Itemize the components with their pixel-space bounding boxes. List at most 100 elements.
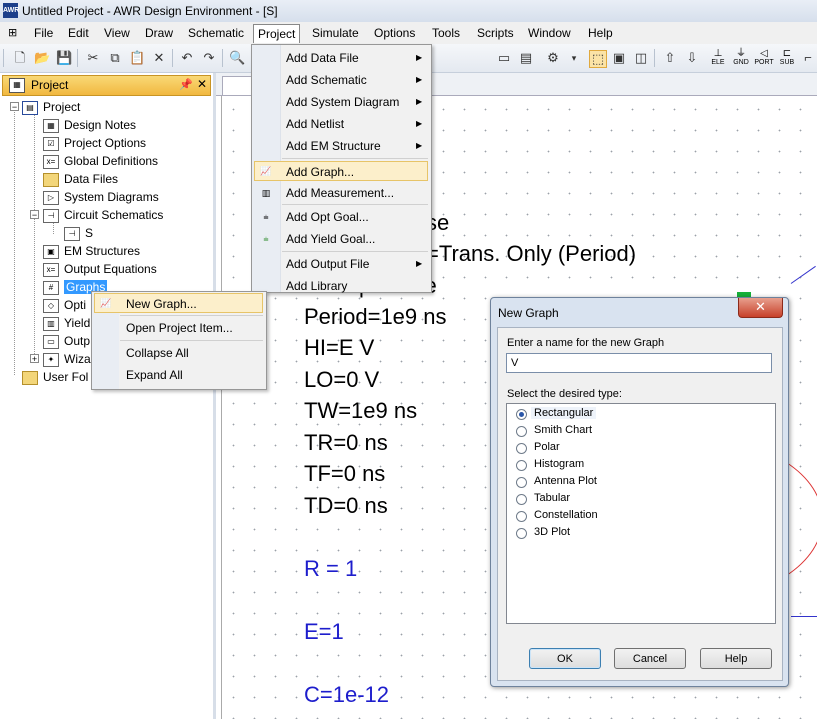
tree-item-output-equations[interactable]: x= Output Equations	[43, 261, 157, 277]
app-icon: AWR	[3, 3, 19, 18]
dialog-close-button[interactable]: ✕	[738, 298, 783, 318]
tree-item-output-files[interactable]: ▭ Outp	[43, 333, 90, 349]
paste-icon[interactable]: 📋	[129, 50, 145, 66]
graph-name-input[interactable]	[506, 353, 772, 373]
menu-view[interactable]: View	[100, 24, 134, 42]
tree-item-circuit-schematics[interactable]: ⊣ Circuit Schematics	[43, 207, 163, 223]
view-icon[interactable]: ◫	[633, 50, 649, 66]
wire-icon[interactable]: ⌐	[800, 50, 816, 66]
delete-icon[interactable]: ✕	[151, 50, 167, 66]
tree-item-project-options[interactable]: ☑ Project Options	[43, 135, 146, 151]
window-icon[interactable]: ▭	[496, 50, 512, 66]
menu-add-data-file[interactable]: Add Data File	[286, 48, 359, 68]
zoom-icon[interactable]: 🔍	[229, 50, 245, 66]
menu-file[interactable]: File	[30, 24, 57, 42]
type-label-rectangular[interactable]: Rectangular	[531, 407, 597, 419]
help-button[interactable]: Help	[700, 648, 772, 669]
context-open-project-item[interactable]: Open Project Item...	[126, 318, 233, 338]
definitions-icon: x=	[43, 154, 59, 169]
cancel-button[interactable]: Cancel	[614, 648, 686, 669]
tree-collapse-project[interactable]: −	[10, 102, 19, 112]
tree-item-design-notes[interactable]: ▦ Design Notes	[43, 117, 136, 133]
tree-item-global-definitions[interactable]: x= Global Definitions	[43, 153, 158, 169]
up-arrow-icon[interactable]: ⇧	[662, 50, 678, 66]
tree-collapse-circuit-schematics[interactable]: −	[30, 210, 39, 220]
dropdown-arrow-icon[interactable]: ▾	[566, 50, 582, 66]
document-tab[interactable]	[222, 76, 254, 95]
measurement-icon: ▥	[261, 188, 271, 198]
redo-icon[interactable]: ↷	[201, 50, 217, 66]
radio-constellation[interactable]	[516, 511, 527, 522]
variable-icon[interactable]: ▤	[518, 50, 534, 66]
radio-3d-plot[interactable]	[516, 528, 527, 539]
new-file-icon[interactable]: 🗋	[12, 50, 28, 66]
menu-add-netlist[interactable]: Add Netlist	[286, 114, 344, 134]
port-icon[interactable]: ◁ PORT	[754, 48, 774, 68]
layout-icon[interactable]: ▣	[611, 50, 627, 66]
menu-window[interactable]: Window	[524, 24, 575, 42]
schematic-text-line: =Trans. Only (Period)	[426, 241, 637, 266]
select-icon[interactable]: ⬚	[589, 50, 607, 68]
menu-edit[interactable]: Edit	[64, 24, 93, 42]
element-icon[interactable]: ⊥ ELE	[708, 48, 728, 68]
radio-polar[interactable]	[516, 443, 527, 454]
tree-item-schematic-s[interactable]: ⊣ S	[64, 225, 93, 241]
save-icon[interactable]: 💾	[56, 50, 72, 66]
substrate-icon[interactable]: ⊏ SUB	[777, 48, 797, 68]
tree-item-em-structures[interactable]: ▣ EM Structures	[43, 243, 140, 259]
menu-simulate[interactable]: Simulate	[308, 24, 363, 42]
radio-histogram[interactable]	[516, 460, 527, 471]
type-label-tabular[interactable]: Tabular	[534, 492, 570, 504]
tree-item-data-files[interactable]: Data Files	[43, 171, 118, 187]
tree-item-optimizer-goals[interactable]: ◇ Opti	[43, 297, 86, 313]
system-menu-icon[interactable]: ⊞	[8, 26, 24, 40]
menu-scripts[interactable]: Scripts	[473, 24, 518, 42]
submenu-arrow-icon: ▶	[416, 97, 423, 106]
panel-close-icon[interactable]: ✕	[197, 77, 207, 91]
cut-icon[interactable]: ✂	[85, 50, 101, 66]
menu-add-yield-goal[interactable]: Add Yield Goal...	[286, 229, 375, 249]
tool-icon[interactable]: ⚙	[545, 50, 561, 66]
menu-draw[interactable]: Draw	[141, 24, 177, 42]
tree-expand-wizards[interactable]: +	[30, 354, 39, 364]
menu-add-system-diagram[interactable]: Add System Diagram	[286, 92, 399, 112]
window-title: Untitled Project - AWR Design Environmen…	[22, 4, 278, 18]
menu-add-schematic[interactable]: Add Schematic	[286, 70, 367, 90]
type-label-histogram[interactable]: Histogram	[534, 458, 584, 470]
context-expand-all[interactable]: Expand All	[126, 365, 183, 385]
tree-item-user-folders[interactable]: User Fol	[22, 369, 88, 385]
menu-add-library[interactable]: Add Library	[286, 276, 347, 296]
undo-icon[interactable]: ↶	[179, 50, 195, 66]
menu-add-measurement[interactable]: Add Measurement...	[286, 183, 394, 203]
type-label-3d-plot[interactable]: 3D Plot	[534, 526, 570, 538]
copy-icon[interactable]: ⧉	[107, 50, 123, 66]
menu-add-em-structure[interactable]: Add EM Structure	[286, 136, 381, 156]
type-label-antenna-plot[interactable]: Antenna Plot	[534, 475, 597, 487]
radio-rectangular[interactable]	[516, 409, 527, 420]
type-label-polar[interactable]: Polar	[534, 441, 560, 453]
menu-tools[interactable]: Tools	[428, 24, 464, 42]
menu-schematic[interactable]: Schematic	[184, 24, 248, 42]
open-folder-icon[interactable]: 📂	[34, 50, 50, 66]
down-arrow-icon[interactable]: ⇩	[684, 50, 700, 66]
tree-item-yield-goals[interactable]: ▥ Yield	[43, 315, 90, 331]
ok-button[interactable]: OK	[529, 648, 601, 669]
context-collapse-all[interactable]: Collapse All	[126, 343, 189, 363]
type-label-constellation[interactable]: Constellation	[534, 509, 598, 521]
menu-help[interactable]: Help	[584, 24, 617, 42]
radio-antenna-plot[interactable]	[516, 477, 527, 488]
tree-item-wizards[interactable]: ✦ Wiza	[43, 351, 91, 367]
menu-add-opt-goal[interactable]: Add Opt Goal...	[286, 207, 369, 227]
type-label-smith-chart[interactable]: Smith Chart	[534, 424, 592, 436]
menu-options[interactable]: Options	[370, 24, 419, 42]
radio-tabular[interactable]	[516, 494, 527, 505]
context-new-graph[interactable]: New Graph...	[94, 293, 263, 313]
ground-icon[interactable]: ⏚ GND	[731, 48, 751, 68]
pin-icon[interactable]: 📌	[179, 78, 193, 91]
menu-add-graph[interactable]: Add Graph...	[254, 161, 428, 181]
tree-item-project[interactable]: ▤ Project	[22, 99, 80, 115]
menu-project[interactable]: Project	[253, 24, 301, 43]
menu-add-output-file[interactable]: Add Output File	[286, 254, 369, 274]
radio-smith-chart[interactable]	[516, 426, 527, 437]
tree-item-system-diagrams[interactable]: ▷ System Diagrams	[43, 189, 159, 205]
